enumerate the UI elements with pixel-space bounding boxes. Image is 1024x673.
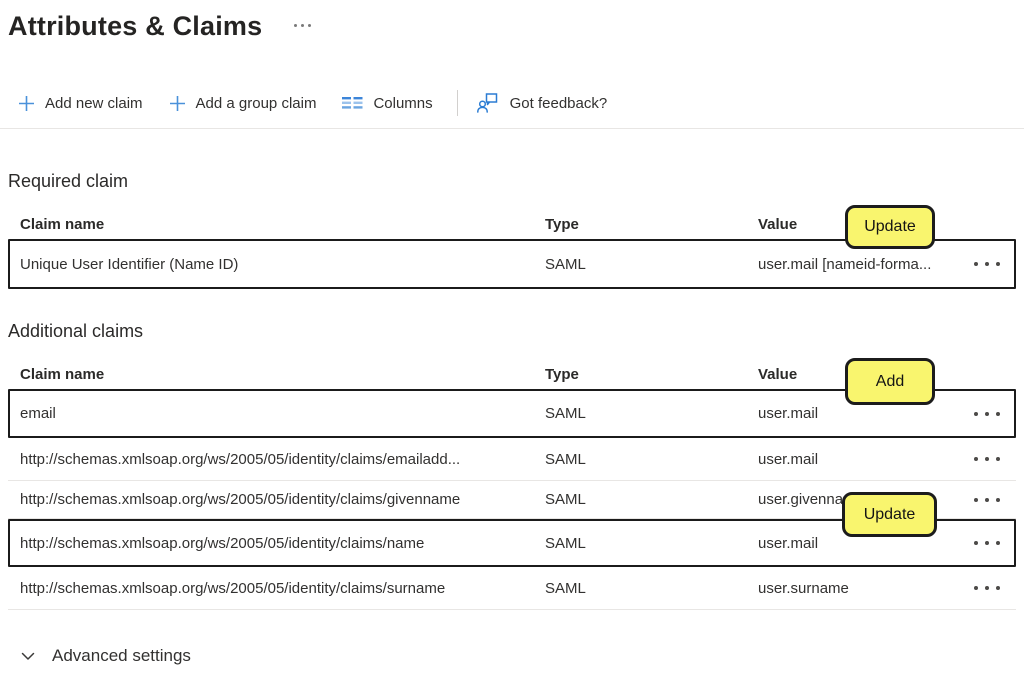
- claim-value-cell: user.surname: [758, 580, 956, 597]
- add-new-claim-button[interactable]: Add new claim: [18, 95, 143, 112]
- claim-name-cell: Unique User Identifier (Name ID): [20, 256, 545, 273]
- claim-row[interactable]: http://schemas.xmlsoap.org/ws/2005/05/id…: [8, 438, 1016, 481]
- claim-type-cell: SAML: [545, 491, 758, 508]
- row-more-menu-button[interactable]: [956, 521, 1000, 565]
- claim-value-cell: user.mail [nameid-forma...: [758, 256, 956, 273]
- row-more-menu-button[interactable]: [956, 241, 1000, 287]
- claim-name-cell: http://schemas.xmlsoap.org/ws/2005/05/id…: [20, 580, 545, 597]
- command-toolbar: Add new claim Add a group claim Columns: [18, 88, 1024, 118]
- required-claim-heading: Required claim: [8, 169, 1024, 193]
- advanced-settings-toggle[interactable]: Advanced settings: [20, 646, 191, 666]
- row-more-menu-button[interactable]: [956, 567, 1000, 609]
- claim-value-cell: user.mail: [758, 451, 956, 468]
- columns-label: Columns: [373, 95, 432, 112]
- claim-type-cell: SAML: [545, 451, 758, 468]
- add-new-claim-label: Add new claim: [45, 95, 143, 112]
- claim-type-cell: SAML: [545, 405, 758, 422]
- add-group-claim-button[interactable]: Add a group claim: [169, 95, 317, 112]
- got-feedback-label: Got feedback?: [510, 95, 608, 112]
- advanced-settings-label: Advanced settings: [52, 646, 191, 666]
- additional-claims-heading: Additional claims: [8, 319, 1024, 343]
- title-more-menu-icon[interactable]: [294, 24, 311, 27]
- claim-row[interactable]: http://schemas.xmlsoap.org/ws/2005/05/id…: [8, 567, 1016, 610]
- row-more-menu-button[interactable]: [956, 391, 1000, 436]
- chevron-down-icon: [20, 648, 36, 664]
- attributes-claims-page: Attributes & Claims Add new claim Add a …: [0, 0, 1024, 673]
- column-header-type: Type: [545, 366, 758, 383]
- feedback-person-icon: [476, 91, 500, 115]
- annotation-update-required-value: Update: [845, 205, 935, 249]
- row-more-menu-button[interactable]: [956, 438, 1000, 480]
- claim-name-cell: http://schemas.xmlsoap.org/ws/2005/05/id…: [20, 535, 545, 552]
- got-feedback-button[interactable]: Got feedback?: [476, 91, 608, 115]
- claim-name-cell: http://schemas.xmlsoap.org/ws/2005/05/id…: [20, 451, 545, 468]
- plus-icon: [18, 95, 35, 112]
- claim-type-cell: SAML: [545, 535, 758, 552]
- claim-name-cell: http://schemas.xmlsoap.org/ws/2005/05/id…: [20, 491, 545, 508]
- column-header-claim-name: Claim name: [20, 366, 545, 383]
- claim-value-cell: user.mail: [758, 535, 956, 552]
- column-header-type: Type: [545, 216, 758, 233]
- columns-button[interactable]: Columns: [342, 95, 432, 112]
- plus-icon: [169, 95, 186, 112]
- toolbar-separator: [0, 128, 1024, 129]
- claim-type-cell: SAML: [545, 580, 758, 597]
- page-title: Attributes & Claims: [8, 10, 262, 42]
- claim-name-cell: email: [20, 405, 545, 422]
- page-header: Attributes & Claims: [8, 10, 1024, 42]
- annotation-update-name-claim: Update: [842, 492, 937, 537]
- column-header-claim-name: Claim name: [20, 216, 545, 233]
- toolbar-divider: [457, 90, 458, 116]
- claim-type-cell: SAML: [545, 256, 758, 273]
- row-more-menu-button[interactable]: [956, 481, 1000, 518]
- columns-icon: [342, 96, 363, 110]
- annotation-add-email-claim: Add: [845, 358, 935, 405]
- add-group-claim-label: Add a group claim: [196, 95, 317, 112]
- claim-value-cell: user.mail: [758, 405, 956, 422]
